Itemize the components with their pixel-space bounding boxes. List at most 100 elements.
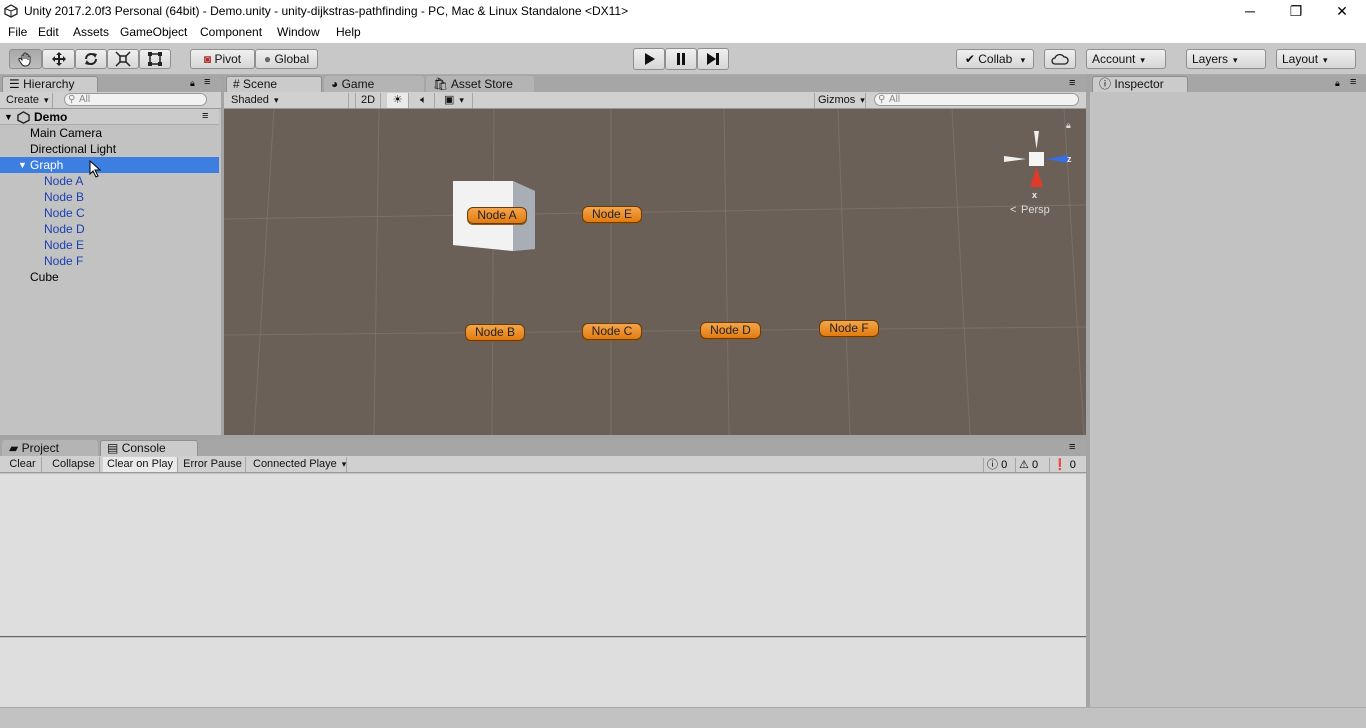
layers-dropdown[interactable]: Layers (1186, 49, 1266, 69)
panel-menu-icon[interactable]: ≡ (204, 76, 210, 88)
panel-menu-icon[interactable]: ≡ (1069, 441, 1075, 453)
hierarchy-item[interactable]: Node D (0, 221, 219, 237)
panel-menu-icon[interactable]: ≡ (1350, 76, 1356, 88)
lock-icon[interactable]: 🔒︎ (190, 78, 195, 89)
scene-node-label[interactable]: Node B (465, 324, 525, 341)
shading-label: Shaded (231, 94, 269, 106)
hierarchy-item-label: Graph (30, 158, 64, 172)
close-button[interactable]: ✕ (1319, 0, 1365, 23)
tab-asset-store[interactable]: 🛍︎ Asset Store (426, 76, 534, 92)
scene-menu-icon[interactable]: ≡ (202, 108, 208, 124)
effects-dropdown[interactable]: ▣ (441, 93, 473, 108)
hierarchy-search-input[interactable]: ⚲ All (64, 93, 207, 106)
console-toolbar: Clear Collapse Clear on Play Error Pause… (0, 456, 1086, 473)
pivot-toggle[interactable]: ◙ Pivot (190, 49, 255, 69)
clear-button[interactable]: Clear (4, 457, 42, 472)
tab-console[interactable]: ▤ Console (100, 440, 198, 456)
scene-search-input[interactable]: ⚲ All (874, 93, 1079, 106)
error-count-toggle[interactable]: ❗ 0 (1049, 458, 1083, 472)
scene-tab-label: Scene (243, 77, 278, 91)
rotate-tool-button[interactable] (75, 49, 107, 69)
gizmos-dropdown[interactable]: Gizmos (814, 93, 866, 108)
hierarchy-item[interactable]: Node F (0, 253, 219, 269)
move-tool-button[interactable] (42, 49, 75, 69)
error-count: 0 (1069, 459, 1076, 471)
scene-row[interactable]: ▼ Demo ≡ (0, 109, 219, 125)
scene-node-label[interactable]: Node E (582, 206, 642, 223)
scene-node-label[interactable]: Node A (467, 207, 527, 224)
orientation-gizmo-icon[interactable] (1002, 129, 1076, 201)
scene-node-label[interactable]: Node D (700, 322, 761, 339)
perspective-label[interactable]: Persp (1021, 204, 1050, 216)
expand-arrow-icon[interactable]: ▼ (18, 157, 27, 173)
cloud-button[interactable] (1044, 49, 1076, 69)
hierarchy-item[interactable]: Node E (0, 237, 219, 253)
hierarchy-item[interactable]: Node A (0, 173, 219, 189)
scene-node-label[interactable]: Node F (819, 320, 879, 337)
hierarchy-item-label: Main Camera (30, 126, 103, 140)
hierarchy-item[interactable]: Directional Light (0, 141, 219, 157)
menu-window[interactable]: Window (277, 25, 320, 39)
panel-menu-icon[interactable]: ≡ (1069, 77, 1075, 89)
clear-on-play-toggle[interactable]: Clear on Play (103, 457, 178, 472)
tab-inspector[interactable]: ⓘ Inspector (1092, 76, 1188, 92)
hierarchy-item[interactable]: Node B (0, 189, 219, 205)
hierarchy-item[interactable]: Cube (0, 269, 219, 285)
expand-arrow-icon[interactable]: ▼ (4, 109, 13, 125)
menu-gameobject[interactable]: GameObject (120, 25, 187, 39)
menu-file[interactable]: File (8, 25, 27, 39)
step-button[interactable] (697, 48, 729, 70)
menu-component[interactable]: Component (200, 25, 262, 39)
hierarchy-item[interactable]: Node C (0, 205, 219, 221)
audio-toggle[interactable]: 🔈︎ (413, 93, 435, 108)
scale-tool-button[interactable] (107, 49, 139, 69)
tab-hierarchy[interactable]: ☰ Hierarchy (2, 76, 98, 92)
rect-tool-button[interactable] (139, 49, 171, 69)
connected-player-dropdown[interactable]: Connected Playe (250, 457, 347, 472)
collab-dropdown[interactable]: ✔ Collab (956, 49, 1034, 69)
menu-edit[interactable]: Edit (38, 25, 59, 39)
create-dropdown[interactable]: Create (3, 93, 53, 108)
gizmos-label: Gizmos (818, 94, 856, 106)
search-icon: ⚲ (878, 94, 886, 105)
hierarchy-item-selected[interactable]: ▼ Graph (0, 157, 219, 178)
restore-button[interactable]: ❐ (1273, 0, 1319, 23)
tab-game[interactable]: ◕ Game (324, 76, 424, 92)
minimize-button[interactable]: ─ (1227, 0, 1273, 23)
shading-mode-dropdown[interactable]: Shaded (228, 93, 349, 108)
tab-project[interactable]: ▰ Project (2, 440, 98, 456)
menu-help[interactable]: Help (336, 25, 361, 39)
lighting-toggle[interactable]: ☀ (387, 93, 409, 108)
console-log-list[interactable] (0, 474, 1086, 637)
scene-viewport[interactable]: Node A Node E Node B Node C Node D Node … (224, 109, 1086, 435)
game-tab-label: Game (341, 77, 375, 91)
info-count-toggle[interactable]: ⓘ 0 (983, 458, 1015, 472)
play-icon (645, 53, 655, 65)
play-button[interactable] (633, 48, 665, 70)
error-pause-toggle[interactable]: Error Pause (180, 457, 246, 472)
pause-button[interactable] (665, 48, 697, 70)
lock-icon[interactable]: 🔒︎ (1335, 78, 1340, 89)
hierarchy-tabbar: ☰ Hierarchy 🔒︎ ≡ (0, 75, 221, 92)
warning-icon: ⚠ (1019, 459, 1029, 471)
connected-player-label: Connected Playe (253, 458, 337, 470)
hierarchy-item[interactable]: Main Camera (0, 125, 219, 141)
layout-dropdown[interactable]: Layout (1276, 49, 1356, 69)
search-icon: ⚲ (68, 94, 76, 105)
hand-icon (17, 52, 30, 67)
scene-node-label[interactable]: Node C (582, 323, 642, 340)
mode-2d-toggle[interactable]: 2D (355, 93, 381, 108)
global-label: Global (274, 52, 310, 66)
global-toggle[interactable]: ● Global (255, 49, 318, 69)
hierarchy-item-label: Node A (44, 174, 84, 188)
menu-assets[interactable]: Assets (73, 25, 109, 39)
collapse-toggle[interactable]: Collapse (48, 457, 100, 472)
pivot-label: Pivot (214, 52, 242, 66)
hierarchy-toolbar: Create ⚲All (0, 92, 221, 109)
tab-scene[interactable]: # Scene (226, 76, 322, 92)
hierarchy-item-label: Cube (30, 270, 59, 284)
warning-count-toggle[interactable]: ⚠ 0 (1015, 458, 1047, 472)
account-dropdown[interactable]: Account (1086, 49, 1166, 69)
hand-tool-button[interactable] (9, 49, 42, 69)
rect-transform-icon (148, 52, 162, 66)
